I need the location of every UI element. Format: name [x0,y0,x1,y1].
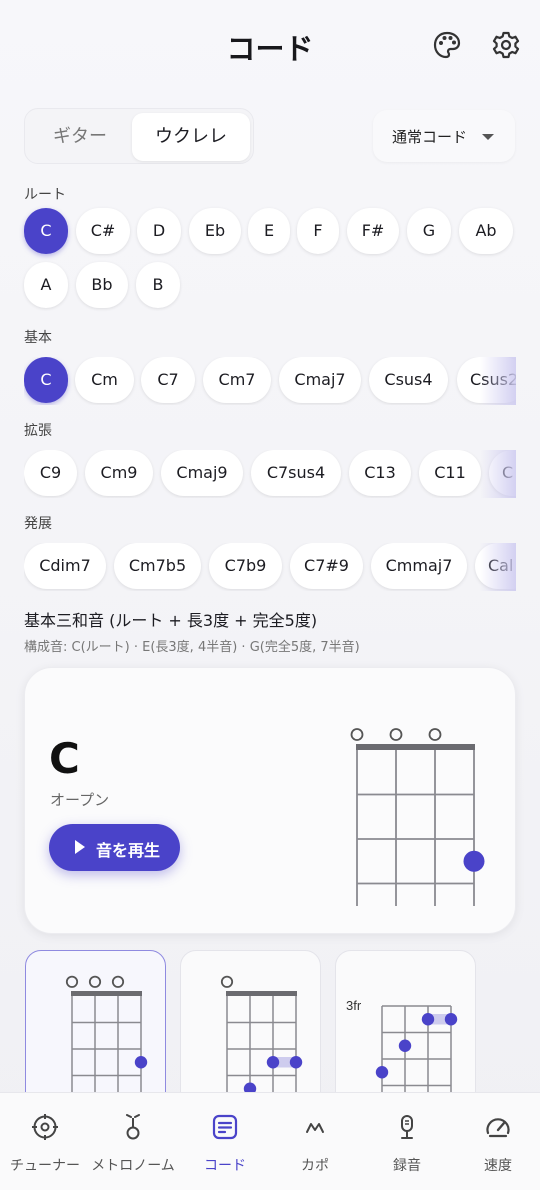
bottom-nav: チューナー メトロノーム コード カポ 録音 速度 [0,1092,540,1190]
app-header: コード [0,0,540,92]
open-string-marker [350,728,364,741]
chord-name: C [49,734,80,783]
nav-label: 速度 [484,1158,512,1174]
finger-dot [463,850,485,872]
advanced-chip-7b9[interactable]: C7b9 [209,543,282,589]
nav-metronome[interactable]: メトロノーム [88,1093,178,1190]
root-chip-d[interactable]: D [137,208,181,254]
finger-dot [398,1039,412,1052]
nav-capo[interactable]: カポ [270,1093,360,1190]
basic-chip-m7[interactable]: Cm7 [203,357,271,403]
nut [226,991,297,996]
chord-card: C オープン 音を再生 [24,667,516,934]
voicing-diagram [220,975,303,1093]
finger-dot [266,1056,280,1069]
chord-description: 基本三和音 (ルート + 長3度 + 完全5度) [24,611,318,630]
capo-icon [306,1123,324,1133]
basic-chip-7[interactable]: C7 [141,357,195,403]
root-chip-b[interactable]: B [136,262,180,308]
speedometer-icon [486,1118,510,1138]
root-chip-g[interactable]: G [407,208,451,254]
extended-chip-13[interactable]: C13 [349,450,411,496]
fret-label: 3fr [346,998,362,1013]
root-chip-b-flat[interactable]: Bb [76,262,128,308]
caret-down-icon [482,134,494,140]
nut [71,991,142,996]
root-chip-f[interactable]: F [297,208,339,254]
play-sound-button[interactable]: 音を再生 [49,824,180,871]
advanced-chip-clipped[interactable]: Cal [475,543,516,589]
open-string-marker [428,728,442,741]
nav-speed[interactable]: 速度 [453,1093,540,1190]
root-chip-e-flat[interactable]: Eb [189,208,241,254]
root-chip-a-flat[interactable]: Ab [459,208,513,254]
open-string-marker [111,975,125,988]
root-chip-row: C C# D Eb E F F# G Ab [24,208,516,256]
extended-chip-9[interactable]: C9 [24,450,77,496]
tuner-icon [32,1114,58,1140]
extended-chip-row: C9 Cm9 Cmaj9 C7sus4 C13 C11 C [24,450,516,498]
basic-chip-row: C Cm C7 Cm7 Cmaj7 Csus4 Csus2 [24,357,516,405]
extended-chip-maj9[interactable]: Cmaj9 [161,450,243,496]
advanced-chip-mmaj7[interactable]: Cmmaj7 [371,543,467,589]
voicing-card[interactable]: 3fr [335,950,476,1093]
chord-type-value: 通常コード [392,128,468,146]
chord-diagram [350,728,485,906]
root-chip-a[interactable]: A [24,262,68,308]
open-string-marker [88,975,102,988]
chord-sheet-icon [212,1114,238,1140]
advanced-chip-7-sharp-9[interactable]: C7#9 [290,543,363,589]
chord-type-dropdown[interactable]: 通常コード [373,110,515,162]
chord-position: オープン [50,791,110,809]
finger-dot [375,1066,389,1079]
nav-record[interactable]: 録音 [362,1093,452,1190]
gear-icon[interactable] [491,30,521,60]
basic-chip-sus2[interactable]: Csus2 [457,357,516,403]
metronome-icon [126,1114,140,1140]
palette-icon[interactable] [432,30,462,60]
basic-chip-maj7[interactable]: Cmaj7 [279,357,361,403]
nut [356,744,475,750]
extended-chip-m9[interactable]: Cm9 [85,450,153,496]
root-chip-e[interactable]: E [248,208,290,254]
nav-tuner[interactable]: チューナー [0,1093,90,1190]
finger-dot [444,1013,458,1026]
extended-chip-7sus4[interactable]: C7sus4 [251,450,341,496]
open-string-marker [220,975,234,988]
instrument-toggle: ギター ウクレレ [24,108,254,164]
finger-dot [134,1056,148,1069]
open-string-marker [389,728,403,741]
root-chip-row-2: A Bb B [24,262,224,310]
finger-dot [289,1056,303,1069]
advanced-section-label: 発展 [24,516,52,532]
root-chip-c[interactable]: C [24,208,68,254]
extended-chip-11[interactable]: C11 [419,450,481,496]
voicing-diagram: 3fr [346,998,458,1093]
voicing-diagram [65,975,148,1093]
voicing-list: 3fr [0,948,540,1093]
basic-section-label: 基本 [24,330,52,346]
basic-chip-minor[interactable]: Cm [75,357,134,403]
chord-notes: 構成音: C(ルート) · E(長3度, 4半音) · G(完全5度, 7半音) [24,640,360,655]
ukulele-tab[interactable]: ウクレレ [132,113,250,161]
root-chip-c-sharp[interactable]: C# [76,208,130,254]
basic-chip-sus4[interactable]: Csus4 [369,357,448,403]
extended-section-label: 拡張 [24,423,52,439]
open-string-marker [65,975,79,988]
microphone-icon [401,1115,413,1139]
advanced-chip-row: Cdim7 Cm7b5 C7b9 C7#9 Cmmaj7 Cal [24,543,516,591]
basic-chip-major[interactable]: C [24,357,68,403]
extended-chip-clipped[interactable]: C [489,450,516,496]
guitar-tab[interactable]: ギター [29,113,131,161]
nav-chord[interactable]: コード [180,1093,270,1190]
play-sound-label: 音を再生 [96,841,161,860]
root-chip-f-sharp[interactable]: F# [347,208,399,254]
advanced-chip-m7b5[interactable]: Cm7b5 [114,543,201,589]
finger-dot [421,1013,435,1026]
voicing-card[interactable] [180,950,321,1093]
advanced-chip-dim7[interactable]: Cdim7 [24,543,106,589]
voicing-card[interactable] [25,950,166,1093]
root-section-label: ルート [24,187,66,203]
play-icon [75,840,85,854]
